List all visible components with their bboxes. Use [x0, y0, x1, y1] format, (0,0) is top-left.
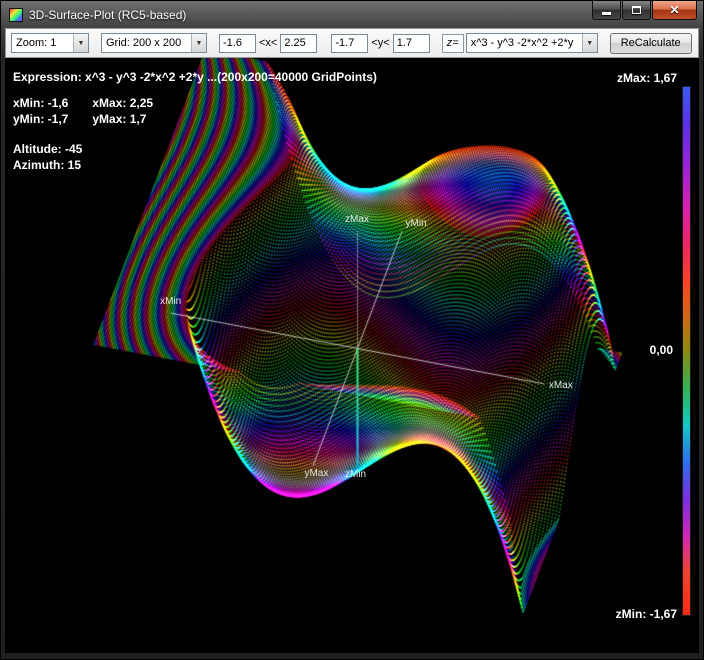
chevron-down-icon: ▼	[191, 34, 206, 52]
plot-area: Expression: x^3 - y^3 -2*x^2 +2*y ...(20…	[5, 58, 699, 653]
axis-label-xmin: xMin	[160, 295, 182, 307]
x-range-info: xMin: -1,6 xMax: 2,25	[13, 96, 153, 110]
toolbar: Zoom: 1 ▼ Grid: 200 x 200 ▼ <x< <y< z= x…	[5, 28, 699, 58]
grid-select[interactable]: Grid: 200 x 200 ▼	[101, 33, 207, 53]
y-range-label: <y<	[371, 37, 390, 49]
chevron-down-icon: ▼	[73, 34, 88, 52]
grid-select-value: Grid: 200 x 200	[106, 37, 182, 49]
expression-select-value: x^3 - y^3 -2*x^2 +2*y	[470, 37, 574, 49]
close-button[interactable]: ✕	[652, 1, 697, 20]
y-max-input[interactable]	[392, 33, 430, 53]
expression-select[interactable]: x^3 - y^3 -2*x^2 +2*y ▼	[465, 33, 598, 53]
minimize-icon	[602, 11, 611, 15]
axis-label-zmin: zMin	[345, 468, 367, 480]
caption-buttons: ✕	[591, 1, 697, 20]
zoom-select-value: Zoom: 1	[16, 37, 57, 49]
zmid-value-label: 0,00	[649, 343, 673, 357]
zmin-value-label: zMin: -1,67	[615, 607, 677, 621]
axis-label-ymin: yMin	[405, 217, 427, 229]
minimize-button[interactable]	[592, 1, 621, 20]
zmax-value-label: zMax: 1,67	[616, 71, 677, 85]
azimuth-info: Azimuth: 15	[13, 158, 82, 172]
ymin-info: yMin: -1,7	[13, 112, 69, 126]
zoom-select[interactable]: Zoom: 1 ▼	[11, 33, 89, 53]
maximize-icon	[632, 6, 641, 14]
y-min-input[interactable]	[331, 33, 369, 53]
window-title: 3D-Surface-Plot (RC5-based)	[29, 7, 187, 22]
axis-label-zmax: zMax	[345, 214, 369, 226]
axis-label-ymax: yMax	[304, 468, 329, 480]
close-icon: ✕	[669, 3, 680, 17]
colorbar	[682, 86, 691, 616]
axis-label-xmax: xMax	[548, 380, 573, 392]
app-window: 3D-Surface-Plot (RC5-based) ✕ Zoom: 1 ▼ …	[0, 0, 704, 660]
recalculate-button[interactable]: ReCalculate	[609, 32, 692, 54]
xmin-info: xMin: -1,6	[13, 96, 69, 110]
surface-plot-canvas[interactable]	[5, 58, 699, 653]
altitude-info: Altitude: -45	[13, 142, 83, 156]
chevron-down-icon: ▼	[581, 34, 597, 52]
xmax-info: xMax: 2,25	[92, 96, 154, 110]
y-range-info: yMin: -1,7 yMax: 1,7	[13, 112, 146, 126]
maximize-button[interactable]	[622, 1, 651, 20]
z-equals-label: z=	[441, 33, 464, 53]
titlebar[interactable]: 3D-Surface-Plot (RC5-based) ✕	[5, 1, 699, 28]
app-icon	[9, 7, 23, 22]
x-min-input[interactable]	[219, 33, 256, 53]
x-range-label: <x<	[259, 37, 278, 49]
ymax-info: yMax: 1,7	[92, 112, 147, 126]
x-max-input[interactable]	[280, 33, 318, 53]
expression-header: Expression: x^3 - y^3 -2*x^2 +2*y ...(20…	[13, 70, 377, 84]
